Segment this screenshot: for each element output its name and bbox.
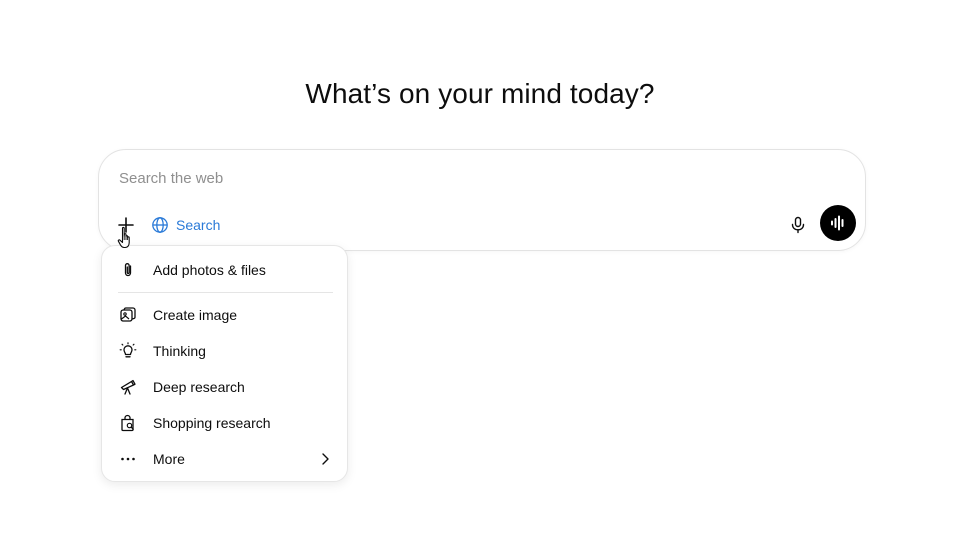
menu-item-label: Add photos & files [153, 262, 266, 278]
menu-item-create-image[interactable]: Create image [110, 299, 339, 331]
page-headline: What’s on your mind today? [305, 78, 655, 109]
menu-item-deep-research[interactable]: Deep research [110, 371, 339, 403]
search-chip-label: Search [176, 217, 221, 233]
voice-mode-button[interactable] [820, 205, 856, 241]
voice-waveform-icon [831, 215, 844, 231]
attachment-menu: Add photos & files Create image Thinking… [101, 245, 348, 482]
microphone-icon [791, 216, 805, 234]
composer: Search [98, 149, 866, 251]
menu-divider [118, 292, 333, 293]
menu-item-label: Deep research [153, 379, 245, 395]
menu-item-label: Thinking [153, 343, 206, 359]
menu-item-shopping-research[interactable]: Shopping research [110, 407, 339, 439]
image-icon [119, 306, 137, 324]
menu-item-more[interactable]: More [110, 443, 339, 475]
page: What’s on your mind today? Search the we… [0, 0, 960, 536]
menu-item-label: Create image [153, 307, 238, 323]
paperclip-icon [119, 261, 137, 279]
menu-item-thinking[interactable]: Thinking [110, 335, 339, 367]
telescope-icon [119, 378, 137, 396]
more-dots-icon [119, 450, 137, 468]
shopping-bag-icon [119, 414, 137, 432]
menu-item-add-photos-files[interactable]: Add photos & files [110, 254, 339, 286]
chevron-right-icon [322, 453, 329, 465]
menu-item-label: Shopping research [153, 415, 271, 431]
composer-input[interactable] [119, 166, 819, 190]
search-toggle-button[interactable]: Search [151, 212, 220, 238]
globe-icon [152, 217, 168, 233]
add-attachment-button[interactable] [113, 212, 139, 238]
plus-icon [118, 217, 134, 233]
lightbulb-icon [119, 342, 137, 360]
dictate-button[interactable] [785, 212, 811, 238]
menu-item-label: More [153, 451, 185, 467]
